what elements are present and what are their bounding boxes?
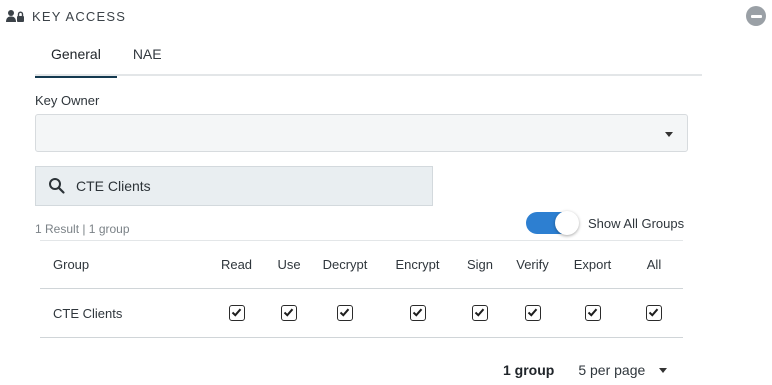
- column-header-group: Group: [53, 257, 90, 272]
- per-page-select[interactable]: 5 per page: [578, 362, 668, 378]
- checkmark-icon: [412, 308, 422, 317]
- table-row: CTE Clients: [40, 289, 683, 338]
- show-all-groups-toggle[interactable]: [526, 211, 579, 235]
- tab-general[interactable]: General: [35, 38, 117, 78]
- caret-down-icon: [665, 132, 673, 137]
- pagination: 1 group 5 per page: [503, 362, 668, 378]
- sign-checkbox[interactable]: [472, 305, 488, 322]
- all-checkbox[interactable]: [646, 305, 662, 322]
- column-header-sign: Sign: [466, 257, 494, 272]
- use-checkbox[interactable]: [281, 305, 297, 322]
- result-summary: 1 Result | 1 group: [35, 222, 130, 236]
- caret-down-icon: [659, 367, 668, 373]
- key-owner-label: Key Owner: [35, 93, 100, 108]
- minus-circle-icon: [750, 14, 762, 18]
- column-header-decrypt: Decrypt: [322, 257, 368, 272]
- checkmark-icon: [527, 308, 537, 317]
- encrypt-checkbox[interactable]: [409, 305, 426, 322]
- section-title: KEY ACCESS: [32, 8, 127, 24]
- group-search-box: [35, 166, 433, 206]
- section-header: KEY ACCESS: [6, 7, 126, 25]
- decrypt-checkbox[interactable]: [337, 305, 353, 322]
- search-icon: [48, 177, 66, 195]
- pagination-count: 1 group: [503, 362, 555, 378]
- show-all-groups-control: Show All Groups: [526, 211, 685, 235]
- checkmark-icon: [587, 308, 597, 317]
- tab-nae[interactable]: NAE: [117, 38, 178, 76]
- read-checkbox[interactable]: [228, 305, 245, 322]
- column-header-all: All: [646, 257, 662, 272]
- checkmark-icon: [474, 308, 485, 317]
- column-header-verify: Verify: [516, 257, 549, 272]
- checkmark-icon: [339, 308, 350, 317]
- column-header-encrypt: Encrypt: [395, 257, 440, 272]
- key-owner-select[interactable]: [35, 114, 688, 152]
- user-lock-icon: [6, 9, 26, 23]
- group-name-cell: CTE Clients: [53, 305, 123, 321]
- checkmark-icon: [231, 308, 241, 317]
- verify-checkbox[interactable]: [524, 305, 541, 322]
- toggle-knob: [555, 211, 579, 235]
- show-all-groups-label: Show All Groups: [588, 215, 685, 231]
- checkmark-icon: [283, 308, 294, 317]
- search-input[interactable]: [76, 178, 396, 194]
- column-header-export: Export: [573, 257, 612, 272]
- tab-bar: General NAE: [35, 38, 702, 78]
- export-checkbox[interactable]: [584, 305, 601, 322]
- permissions-table: Group Read Use Decrypt Encrypt Sign Veri…: [40, 240, 683, 338]
- checkmark-icon: [648, 308, 659, 317]
- per-page-label: 5 per page: [578, 362, 646, 378]
- table-header-row: Group Read Use Decrypt Encrypt Sign Veri…: [40, 240, 683, 289]
- collapse-button[interactable]: [746, 6, 766, 26]
- column-header-use: Use: [277, 257, 301, 272]
- column-header-read: Read: [220, 257, 253, 272]
